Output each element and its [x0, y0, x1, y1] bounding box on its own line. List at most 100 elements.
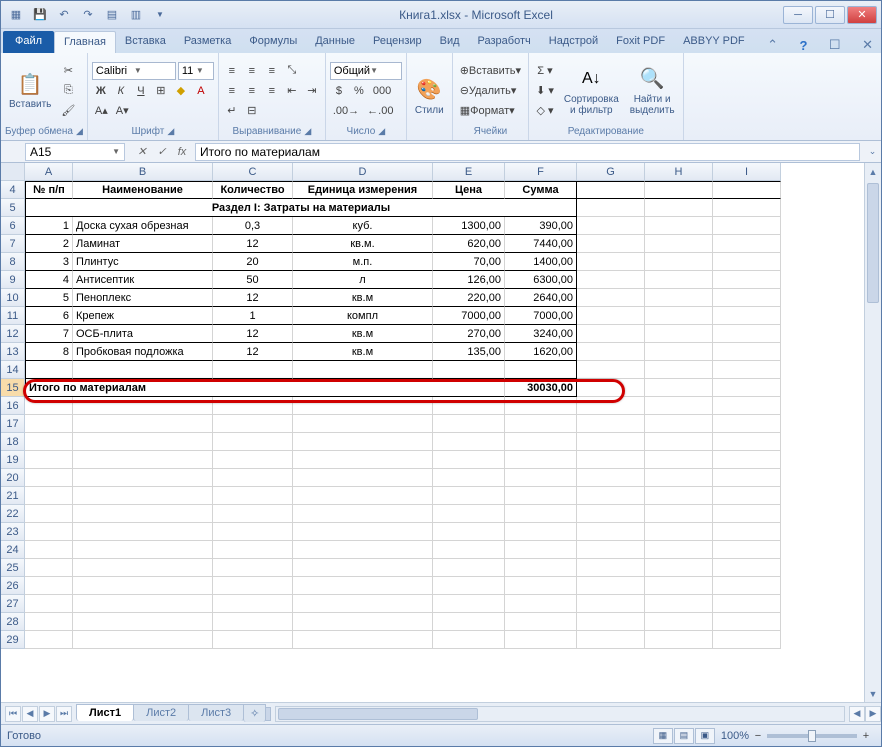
- cell-E25[interactable]: [433, 559, 505, 577]
- cell-E7[interactable]: 620,00: [433, 235, 505, 253]
- cell-D23[interactable]: [293, 523, 433, 541]
- cell-G21[interactable]: [577, 487, 645, 505]
- cell-G24[interactable]: [577, 541, 645, 559]
- cell-B16[interactable]: [73, 397, 213, 415]
- row-header[interactable]: 6: [1, 217, 25, 235]
- decrease-decimal-icon[interactable]: ←.00: [364, 102, 396, 120]
- cell-A24[interactable]: [25, 541, 73, 559]
- cell-E18[interactable]: [433, 433, 505, 451]
- cell-I5[interactable]: [713, 199, 781, 217]
- cell-H7[interactable]: [645, 235, 713, 253]
- cell-B4[interactable]: Наименование: [73, 181, 213, 199]
- close-button[interactable]: ✕: [847, 6, 877, 24]
- number-format-combo[interactable]: Общий▼: [330, 62, 402, 80]
- horizontal-scrollbar[interactable]: [275, 706, 845, 722]
- column-header[interactable]: A: [25, 163, 73, 181]
- cell-H29[interactable]: [645, 631, 713, 649]
- cell-C4[interactable]: Количество: [213, 181, 293, 199]
- maximize-button[interactable]: ☐: [815, 6, 845, 24]
- zoom-in-icon[interactable]: +: [857, 727, 875, 745]
- qat-icon[interactable]: ▥: [125, 5, 147, 25]
- cell-A28[interactable]: [25, 613, 73, 631]
- cell-C25[interactable]: [213, 559, 293, 577]
- cell-D24[interactable]: [293, 541, 433, 559]
- increase-indent-icon[interactable]: ⇥: [303, 82, 321, 100]
- cell-H22[interactable]: [645, 505, 713, 523]
- cell-H28[interactable]: [645, 613, 713, 631]
- cell-F19[interactable]: [505, 451, 577, 469]
- cell-A27[interactable]: [25, 595, 73, 613]
- cell-H24[interactable]: [645, 541, 713, 559]
- cell-E17[interactable]: [433, 415, 505, 433]
- cell-B26[interactable]: [73, 577, 213, 595]
- copy-icon[interactable]: ⎘: [58, 82, 78, 100]
- row-header[interactable]: 13: [1, 343, 25, 361]
- cell-E27[interactable]: [433, 595, 505, 613]
- cell-B27[interactable]: [73, 595, 213, 613]
- cell-D13[interactable]: кв.м: [293, 343, 433, 361]
- cell-A14[interactable]: [25, 361, 73, 379]
- cell-H15[interactable]: [645, 379, 713, 397]
- cell-G26[interactable]: [577, 577, 645, 595]
- cell-E14[interactable]: [433, 361, 505, 379]
- decrease-indent-icon[interactable]: ⇤: [283, 82, 301, 100]
- sheet-tab[interactable]: Лист3: [188, 704, 244, 721]
- format-painter-icon[interactable]: 🖌: [58, 102, 78, 120]
- font-color-button[interactable]: A: [192, 82, 210, 100]
- cell-B20[interactable]: [73, 469, 213, 487]
- row-header[interactable]: 18: [1, 433, 25, 451]
- cell-A11[interactable]: 6: [25, 307, 73, 325]
- cell-A8[interactable]: 3: [25, 253, 73, 271]
- cell-E21[interactable]: [433, 487, 505, 505]
- cell-I25[interactable]: [713, 559, 781, 577]
- cell-E16[interactable]: [433, 397, 505, 415]
- styles-button[interactable]: 🎨 Стили: [411, 75, 448, 118]
- cell-E23[interactable]: [433, 523, 505, 541]
- dialog-launcher-icon[interactable]: ◢: [76, 126, 83, 137]
- cell-B29[interactable]: [73, 631, 213, 649]
- cell-A7[interactable]: 2: [25, 235, 73, 253]
- qat-dropdown-icon[interactable]: ▼: [149, 5, 171, 25]
- bold-button[interactable]: Ж: [92, 82, 110, 100]
- row-header[interactable]: 16: [1, 397, 25, 415]
- cell-H20[interactable]: [645, 469, 713, 487]
- cell-I11[interactable]: [713, 307, 781, 325]
- currency-icon[interactable]: $: [330, 82, 348, 100]
- find-select-button[interactable]: 🔍 Найти и выделить: [626, 64, 679, 118]
- format-cells-button[interactable]: ▦ Формат ▾: [457, 102, 518, 120]
- window-restore-icon[interactable]: ☐: [821, 37, 849, 53]
- cell-H12[interactable]: [645, 325, 713, 343]
- cell-C24[interactable]: [213, 541, 293, 559]
- cell-F18[interactable]: [505, 433, 577, 451]
- cell-I9[interactable]: [713, 271, 781, 289]
- cell-H18[interactable]: [645, 433, 713, 451]
- cell-C20[interactable]: [213, 469, 293, 487]
- cell-C29[interactable]: [213, 631, 293, 649]
- orientation-icon[interactable]: ⤡: [283, 62, 301, 80]
- row-header[interactable]: 26: [1, 577, 25, 595]
- align-center-icon[interactable]: ≡: [243, 82, 261, 100]
- row-header[interactable]: 22: [1, 505, 25, 523]
- cell-I22[interactable]: [713, 505, 781, 523]
- scroll-right-icon[interactable]: ▶: [865, 706, 881, 722]
- cell-C12[interactable]: 12: [213, 325, 293, 343]
- cell-F15[interactable]: 30030,00: [505, 379, 577, 397]
- cell-F8[interactable]: 1400,00: [505, 253, 577, 271]
- cell-C10[interactable]: 12: [213, 289, 293, 307]
- redo-icon[interactable]: ↷: [77, 5, 99, 25]
- sheet-tab[interactable]: Лист1: [76, 704, 134, 721]
- cell-B28[interactable]: [73, 613, 213, 631]
- cell-I7[interactable]: [713, 235, 781, 253]
- cell-G8[interactable]: [577, 253, 645, 271]
- cell-B7[interactable]: Ламинат: [73, 235, 213, 253]
- row-header[interactable]: 14: [1, 361, 25, 379]
- scroll-down-icon[interactable]: ▼: [865, 685, 881, 702]
- cell-F13[interactable]: 1620,00: [505, 343, 577, 361]
- cell-C13[interactable]: 12: [213, 343, 293, 361]
- cell-H6[interactable]: [645, 217, 713, 235]
- cell-D29[interactable]: [293, 631, 433, 649]
- fill-color-button[interactable]: ◆: [172, 82, 190, 100]
- cell-G28[interactable]: [577, 613, 645, 631]
- cell-I17[interactable]: [713, 415, 781, 433]
- cell-G17[interactable]: [577, 415, 645, 433]
